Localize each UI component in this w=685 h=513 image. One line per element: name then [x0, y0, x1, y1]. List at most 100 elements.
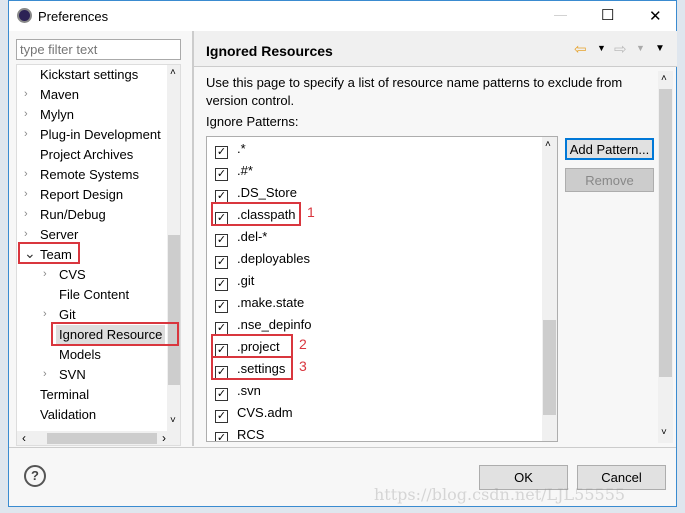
page-description: Use this page to specify a list of resou…	[206, 75, 623, 108]
annotation-number: 3	[299, 358, 307, 374]
chevron-right-icon[interactable]: ›	[24, 168, 28, 180]
scroll-up-icon[interactable]: ˄	[170, 67, 176, 78]
view-menu-icon[interactable]: ▼	[655, 43, 665, 54]
chevron-right-icon[interactable]: ›	[43, 268, 47, 280]
pattern-item[interactable]: ✓ .make.state	[215, 293, 304, 313]
chevron-right-icon[interactable]: ›	[43, 308, 47, 320]
filter-input[interactable]	[16, 39, 181, 60]
tree-item[interactable]: Terminal	[40, 385, 89, 405]
checkbox[interactable]: ✓	[215, 256, 228, 269]
scroll-down-icon[interactable]: ˅	[661, 427, 667, 438]
highlight-box	[18, 242, 80, 264]
tree-item-label: CVS	[59, 267, 86, 282]
checkbox[interactable]: ✓	[215, 168, 228, 181]
pattern-label: .svn	[237, 383, 261, 398]
footer-divider	[9, 447, 676, 448]
tree-item-label: Git	[59, 307, 76, 322]
scroll-down-icon[interactable]: ˅	[170, 415, 176, 426]
forward-dropdown-icon[interactable]: ▼	[636, 43, 645, 53]
back-dropdown-icon[interactable]: ▼	[597, 43, 606, 53]
highlight-box	[51, 322, 179, 346]
highlight-box	[211, 334, 293, 358]
eclipse-icon	[17, 8, 32, 23]
tree-item-label: File Content	[59, 287, 130, 302]
tree-item-label: Remote Systems	[40, 167, 139, 182]
pattern-item[interactable]: ✓ .svn	[215, 381, 261, 401]
checkbox[interactable]: ✓	[215, 410, 228, 423]
tree-item-label: Run/Debug	[40, 207, 106, 222]
chevron-right-icon[interactable]: ›	[24, 188, 28, 200]
pattern-label: .del-*	[237, 229, 268, 244]
checkbox[interactable]: ✓	[215, 432, 228, 441]
preference-tree: ˄ ˅ ‹ › Kickstart settings Maven › Mylyn › Pl…	[16, 64, 181, 446]
tree-item-label: Server	[40, 227, 79, 242]
tree-item[interactable]: File Content	[59, 285, 129, 305]
tree-item-label: Plug-in Development	[40, 127, 161, 142]
pattern-item[interactable]: ✓ .deployables	[215, 249, 310, 269]
tree-item[interactable]: Maven	[40, 85, 79, 105]
ignore-patterns-label: Ignore Patterns:	[206, 114, 299, 129]
scroll-up-icon[interactable]: ˄	[661, 73, 667, 84]
pattern-item[interactable]: ✓ .git	[215, 271, 254, 291]
chevron-right-icon[interactable]: ›	[24, 208, 28, 220]
highlight-box	[211, 356, 293, 380]
maximize-button[interactable]: ☐	[601, 6, 614, 24]
list-vertical-scrollbar[interactable]: ˄	[542, 137, 557, 441]
pattern-item[interactable]: ✓ RCS	[215, 425, 264, 441]
tree-item[interactable]: Validation	[40, 405, 96, 425]
pattern-item[interactable]: ✓ CVS.adm	[215, 403, 293, 423]
tree-item[interactable]: Kickstart settings	[40, 65, 138, 85]
help-button[interactable]: ?	[24, 465, 46, 487]
tree-item[interactable]: Run/Debug	[40, 205, 106, 225]
pattern-label: .make.state	[237, 295, 305, 310]
tree-item[interactable]: Mylyn	[40, 105, 74, 125]
pattern-label: .nse_depinfo	[237, 317, 312, 332]
pattern-item[interactable]: ✓ .#*	[215, 161, 253, 181]
tree-item[interactable]: CVS	[59, 265, 86, 285]
tree-item[interactable]: SVN	[59, 365, 86, 385]
tree-item-label: Kickstart settings	[40, 67, 139, 82]
chevron-right-icon[interactable]: ›	[24, 88, 28, 100]
chevron-right-icon[interactable]: ›	[24, 128, 28, 140]
watermark: https://blog.csdn.net/LJL55555	[374, 485, 626, 504]
checkbox[interactable]: ✓	[215, 300, 228, 313]
chevron-right-icon[interactable]: ›	[24, 228, 28, 240]
page-vertical-scrollbar[interactable]: ˄ ˅	[658, 71, 673, 443]
forward-arrow-icon[interactable]: ⇨	[614, 40, 627, 58]
checkbox[interactable]: ✓	[215, 388, 228, 401]
close-button[interactable]: ✕	[649, 7, 662, 25]
chevron-right-icon[interactable]: ›	[24, 108, 28, 120]
chevron-right-icon[interactable]: ›	[43, 368, 47, 380]
pattern-item[interactable]: ✓ .del-*	[215, 227, 267, 247]
pattern-label: .#*	[237, 163, 253, 178]
tree-item[interactable]: Models	[59, 345, 101, 365]
minimize-button[interactable]: —	[554, 7, 567, 22]
scroll-up-icon[interactable]: ˄	[545, 139, 551, 150]
pattern-item[interactable]: ✓ .nse_depinfo	[215, 315, 311, 335]
tree-item[interactable]: Project Archives	[40, 145, 133, 165]
remove-button[interactable]: Remove	[565, 168, 654, 192]
scroll-left-icon[interactable]: ‹	[22, 431, 26, 445]
tree-vertical-scrollbar[interactable]: ˄ ˅	[167, 65, 180, 431]
tree-item-label: Project Archives	[40, 147, 134, 162]
ignore-patterns-list: ˄ ✓ .* ✓ .#* ✓ .DS_Store ✓ .classpath 1 ✓ .del-* ✓.…	[206, 136, 558, 442]
sash-divider[interactable]	[192, 31, 194, 446]
tree-item-label: Models	[59, 347, 101, 362]
tree-item[interactable]: Remote Systems	[40, 165, 139, 185]
add-pattern-button[interactable]: Add Pattern...	[565, 138, 654, 160]
pattern-label: CVS.adm	[237, 405, 293, 420]
back-arrow-icon[interactable]: ⇦	[574, 40, 587, 58]
checkbox[interactable]: ✓	[215, 234, 228, 247]
pattern-item[interactable]: ✓ .*	[215, 139, 246, 159]
tree-item[interactable]: Plug-in Development	[40, 125, 161, 145]
tree-item[interactable]: Report Design	[40, 185, 123, 205]
window-title: Preferences	[38, 9, 109, 24]
checkbox[interactable]: ✓	[215, 278, 228, 291]
checkbox[interactable]: ✓	[215, 146, 228, 159]
tree-horizontal-scrollbar[interactable]: ‹ ›	[17, 431, 180, 445]
scroll-right-icon[interactable]: ›	[162, 431, 166, 445]
highlight-box	[211, 202, 301, 226]
pattern-item[interactable]: ✓ .DS_Store	[215, 183, 297, 203]
pattern-label: .DS_Store	[237, 185, 297, 200]
page-header: Ignored Resources ⇦ ▼ ⇨ ▼ ▼	[194, 31, 677, 67]
